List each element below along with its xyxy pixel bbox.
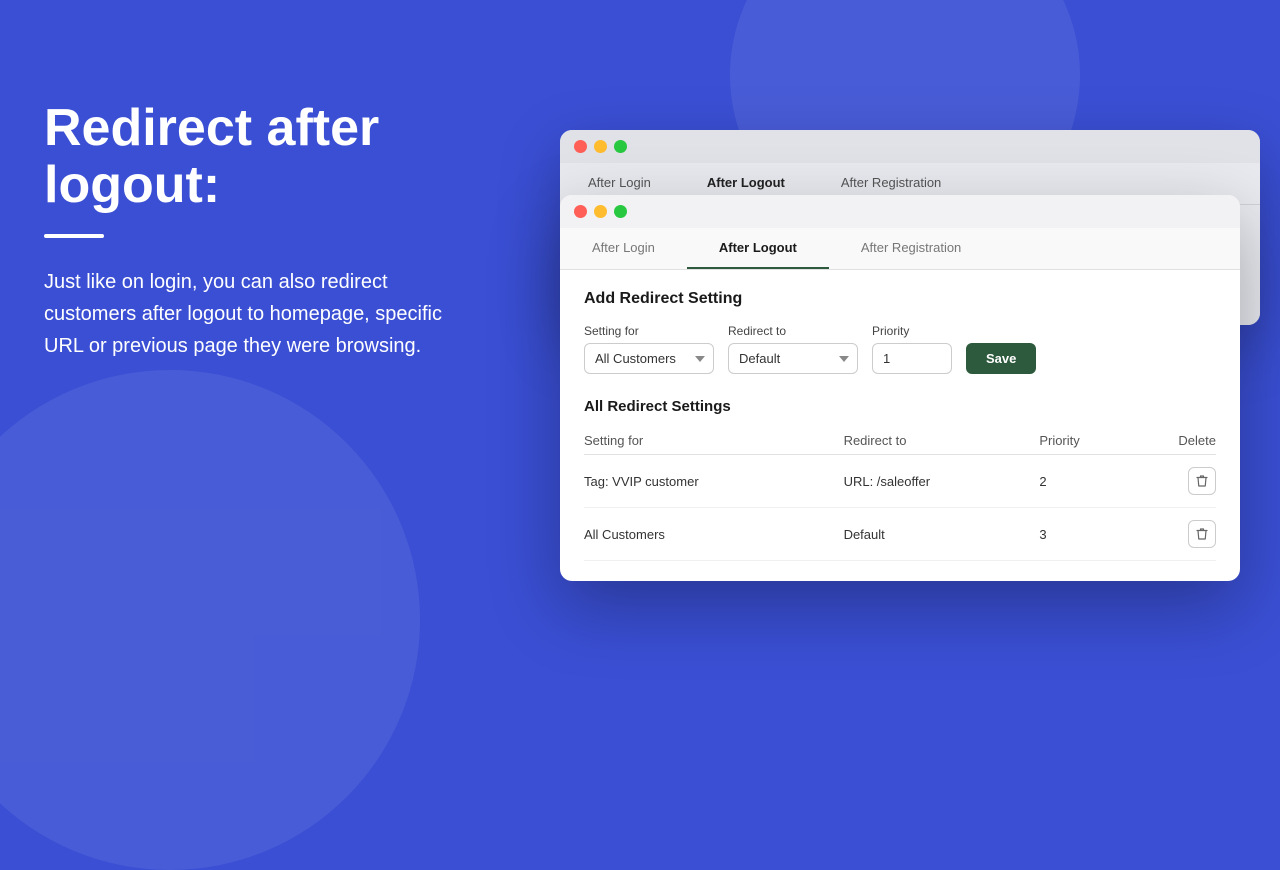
row2-setting-for: All Customers: [584, 508, 844, 561]
row2-priority: 3: [1039, 508, 1131, 561]
delete-button-row1[interactable]: [1188, 467, 1216, 495]
setting-for-select[interactable]: All Customers: [584, 343, 714, 374]
row2-redirect-to: Default: [844, 508, 1040, 561]
dot-green-fg: [614, 205, 627, 218]
tab-fg-after-registration[interactable]: After Registration: [829, 228, 993, 269]
dot-green-bg: [614, 140, 627, 153]
dot-yellow-bg: [594, 140, 607, 153]
table-row: Tag: VVIP customer URL: /saleoffer 2: [584, 455, 1216, 508]
left-panel: Redirect after logout: Just like on logi…: [44, 100, 464, 362]
priority-input[interactable]: [872, 343, 952, 374]
tab-fg-after-login[interactable]: After Login: [560, 228, 687, 269]
add-redirect-title: Add Redirect Setting: [584, 290, 1216, 308]
all-settings-title: All Redirect Settings: [584, 398, 1216, 415]
row1-setting-for: Tag: VVIP customer: [584, 455, 844, 508]
dot-red-bg: [574, 140, 587, 153]
setting-for-group: Setting for All Customers: [584, 324, 714, 374]
main-heading: Redirect after logout:: [44, 100, 464, 214]
col-header-setting-for: Setting for: [584, 427, 844, 455]
dot-yellow-fg: [594, 205, 607, 218]
window-foreground: After Login After Logout After Registrat…: [560, 195, 1240, 581]
settings-table: Setting for Redirect to Priority Delete …: [584, 427, 1216, 561]
redirect-to-label: Redirect to: [728, 324, 858, 338]
tab-fg-after-logout[interactable]: After Logout: [687, 228, 829, 269]
row1-redirect-to: URL: /saleoffer: [844, 455, 1040, 508]
tabs-bar-fg: After Login After Logout After Registrat…: [560, 228, 1240, 270]
table-row: All Customers Default 3: [584, 508, 1216, 561]
redirect-to-group: Redirect to Default: [728, 324, 858, 374]
row1-priority: 2: [1039, 455, 1131, 508]
titlebar-bg: [560, 130, 1260, 163]
add-redirect-form: Setting for All Customers Redirect to De…: [584, 324, 1216, 374]
save-button[interactable]: Save: [966, 343, 1036, 374]
bg-decoration-1: [0, 370, 420, 870]
delete-button-row2[interactable]: [1188, 520, 1216, 548]
description-text: Just like on login, you can also redirec…: [44, 266, 464, 362]
setting-for-label: Setting for: [584, 324, 714, 338]
col-header-delete: Delete: [1131, 427, 1216, 455]
window-content: Add Redirect Setting Setting for All Cus…: [560, 270, 1240, 581]
heading-divider: [44, 234, 104, 238]
dot-red-fg: [574, 205, 587, 218]
redirect-to-select[interactable]: Default: [728, 343, 858, 374]
titlebar-fg: [560, 195, 1240, 228]
priority-label: Priority: [872, 324, 952, 338]
col-header-redirect-to: Redirect to: [844, 427, 1040, 455]
col-header-priority: Priority: [1039, 427, 1131, 455]
priority-group: Priority: [872, 324, 952, 374]
